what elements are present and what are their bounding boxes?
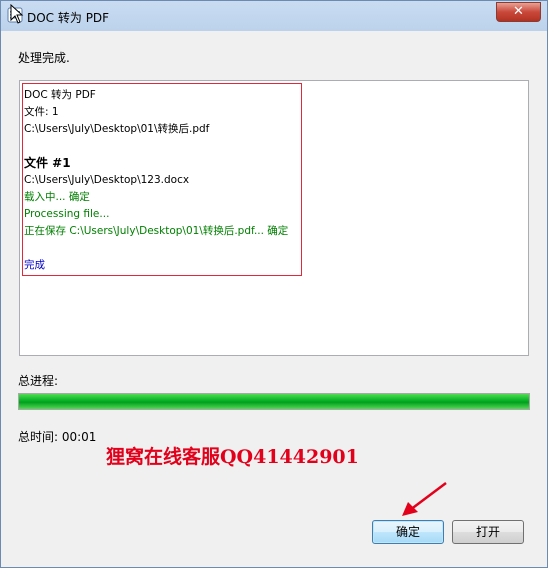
dialog-window: DOC 转为 PDF ✕ 处理完成. DOC 转为 PDF 文件: 1 C:\Use… (0, 0, 548, 568)
close-button[interactable]: ✕ (496, 2, 541, 22)
close-icon: ✕ (513, 4, 524, 19)
progress-fill (19, 394, 529, 409)
elapsed-time: 总时间: 00:01 (18, 430, 97, 444)
open-button[interactable]: 打开 (452, 520, 524, 544)
progress-bar (18, 393, 530, 410)
title-bar[interactable]: DOC 转为 PDF ✕ (1, 1, 547, 31)
annotation-arrow-icon (402, 482, 447, 516)
window-title: DOC 转为 PDF (27, 11, 110, 25)
annotation-highlight-box (22, 83, 302, 276)
ok-button[interactable]: 确定 (372, 520, 444, 544)
status-message: 处理完成. (18, 51, 70, 65)
progress-label: 总进程: (18, 374, 59, 388)
mouse-cursor-icon (10, 4, 24, 24)
watermark-text: 狸窝在线客服QQ41442901 (106, 446, 359, 468)
dialog-body: 处理完成. DOC 转为 PDF 文件: 1 C:\Users\July\Deskt… (8, 31, 540, 560)
